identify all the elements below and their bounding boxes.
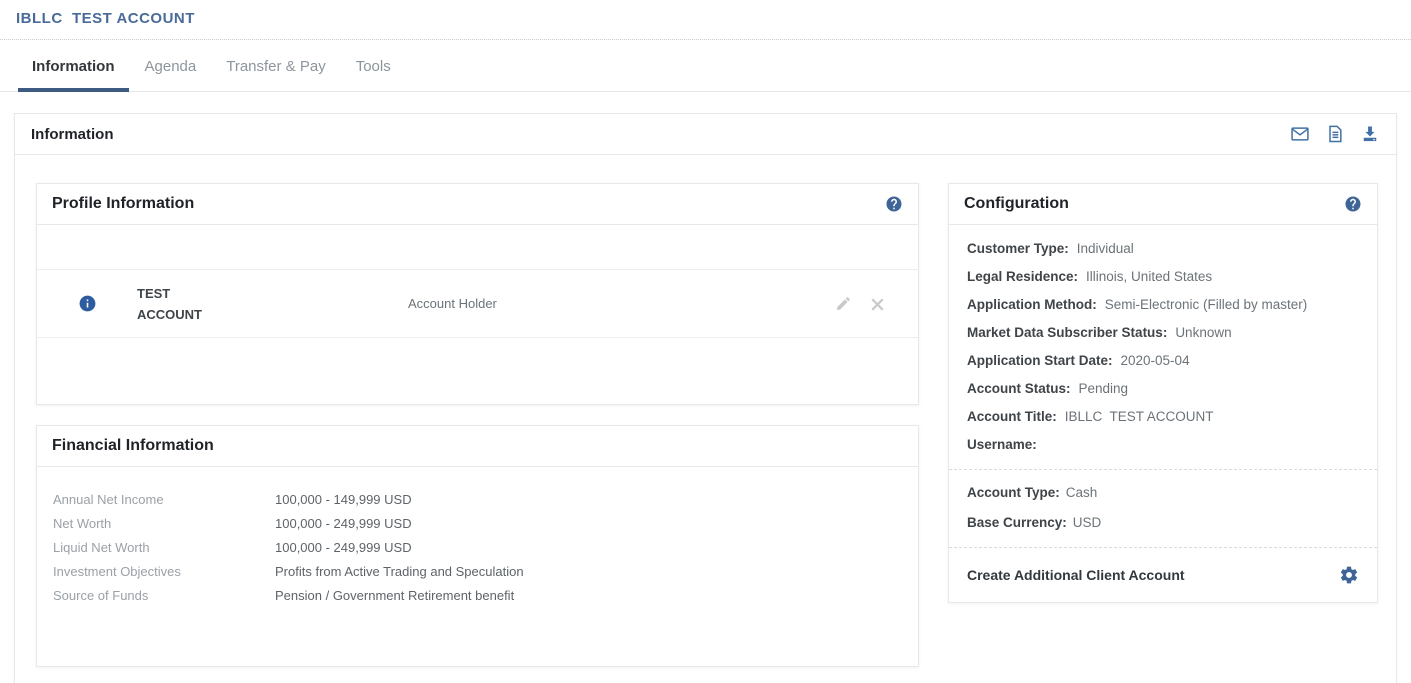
account-holder-role: Account Holder	[393, 296, 835, 311]
tab-transfer-and-pay[interactable]: Transfer & Pay	[212, 58, 339, 92]
config-row-label: Username:	[967, 437, 1037, 453]
financial-row: Source of Funds Pension / Government Ret…	[53, 589, 902, 602]
mail-icon[interactable]	[1290, 124, 1310, 144]
config-row-label: Market Data Subscriber Status:	[967, 325, 1167, 341]
config-row-label: Account Status:	[967, 381, 1071, 397]
configuration-card-header: Configuration	[949, 184, 1377, 225]
download-icon[interactable]	[1360, 124, 1380, 144]
config-row: Legal Residence: Illinois, United States	[967, 269, 1359, 285]
financial-card-title: Financial Information	[52, 437, 214, 455]
config-row-label: Application Method:	[967, 297, 1097, 313]
profile-information-card: Profile Information	[36, 183, 919, 405]
account-holder-row: TEST ACCOUNT Account Holder	[37, 269, 918, 338]
profile-spacer	[37, 225, 918, 269]
information-panel: Information	[14, 113, 1397, 683]
left-column: Profile Information	[36, 183, 919, 667]
configuration-details: Customer Type: Individual Legal Residenc…	[949, 225, 1377, 469]
financial-row: Annual Net Income 100,000 - 149,999 USD	[53, 493, 902, 506]
info-icon[interactable]	[78, 294, 97, 313]
config-row: Market Data Subscriber Status: Unknown	[967, 325, 1359, 341]
financial-information-card: Financial Information Annual Net Income …	[36, 425, 919, 667]
tab-information[interactable]: Information	[18, 58, 129, 92]
financial-row-value: 100,000 - 249,999 USD	[275, 541, 412, 554]
profile-row-actions	[835, 295, 918, 312]
page-header: IBLLC TEST ACCOUNT	[0, 0, 1411, 40]
information-panel-header: Information	[15, 114, 1396, 155]
help-icon[interactable]	[1344, 195, 1362, 213]
configuration-account-section: Account Type: Cash Base Currency: USD	[949, 469, 1377, 547]
config-row-label: Account Title:	[967, 409, 1057, 425]
tab-tools[interactable]: Tools	[342, 58, 405, 92]
tab-bar: Information Agenda Transfer & Pay Tools	[0, 40, 1411, 92]
profile-card-title: Profile Information	[52, 195, 194, 213]
financial-row: Net Worth 100,000 - 249,999 USD	[53, 517, 902, 530]
financial-row-label: Source of Funds	[53, 589, 275, 602]
configuration-card-title: Configuration	[964, 195, 1069, 213]
financial-row-label: Annual Net Income	[53, 493, 275, 506]
financial-card-header: Financial Information	[37, 426, 918, 467]
config-row-value: IBLLC TEST ACCOUNT	[1065, 409, 1214, 425]
config-row-label: Legal Residence:	[967, 269, 1078, 285]
gear-icon[interactable]	[1339, 565, 1359, 585]
account-holder-name-line2: ACCOUNT	[137, 304, 393, 325]
financial-row-value: Pension / Government Retirement benefit	[275, 589, 514, 602]
financial-row-value: Profits from Active Trading and Speculat…	[275, 565, 524, 578]
config-row-value: Unknown	[1175, 325, 1231, 341]
config-row-value: Individual	[1077, 241, 1134, 257]
config-row: Customer Type: Individual	[967, 241, 1359, 257]
tab-agenda[interactable]: Agenda	[131, 58, 211, 92]
panel-body: Profile Information	[15, 155, 1396, 683]
config-row-value: Semi-Electronic (Filled by master)	[1105, 297, 1308, 313]
profile-card-header: Profile Information	[37, 184, 918, 225]
account-holder-name: TEST ACCOUNT	[137, 283, 393, 325]
config-row: Account Type: Cash	[967, 485, 1359, 501]
config-row: Account Title: IBLLC TEST ACCOUNT	[967, 409, 1359, 425]
config-row-value: USD	[1073, 515, 1102, 531]
account-holder-name-line1: TEST	[137, 283, 393, 304]
config-row-label: Account Type:	[967, 485, 1060, 501]
config-row-label: Application Start Date:	[967, 353, 1113, 369]
config-row: Application Start Date: 2020-05-04	[967, 353, 1359, 369]
config-row-label: Base Currency:	[967, 515, 1067, 531]
config-row-label: Customer Type:	[967, 241, 1069, 257]
create-additional-client-account-label: Create Additional Client Account	[967, 567, 1185, 583]
information-panel-title: Information	[31, 126, 114, 143]
edit-pencil-icon[interactable]	[835, 295, 852, 312]
financial-row: Liquid Net Worth 100,000 - 249,999 USD	[53, 541, 902, 554]
financial-row-label: Net Worth	[53, 517, 275, 530]
financial-row-value: 100,000 - 149,999 USD	[275, 493, 412, 506]
page-title: IBLLC TEST ACCOUNT	[16, 10, 1395, 27]
config-row: Username:	[967, 437, 1359, 453]
financial-body: Annual Net Income 100,000 - 149,999 USD …	[37, 467, 918, 666]
financial-row-value: 100,000 - 249,999 USD	[275, 517, 412, 530]
document-icon[interactable]	[1325, 124, 1345, 144]
create-additional-client-account-row[interactable]: Create Additional Client Account	[949, 547, 1377, 602]
config-row: Application Method: Semi-Electronic (Fil…	[967, 297, 1359, 313]
financial-row: Investment Objectives Profits from Activ…	[53, 565, 902, 578]
configuration-card: Configuration Customer Type: Individual …	[948, 183, 1378, 603]
config-row: Account Status: Pending	[967, 381, 1359, 397]
config-row-value: Cash	[1066, 485, 1098, 501]
profile-spacer	[37, 338, 918, 404]
delete-x-icon[interactable]	[869, 295, 886, 312]
config-row-value: 2020-05-04	[1121, 353, 1190, 369]
config-row-value: Pending	[1079, 381, 1129, 397]
help-icon[interactable]	[885, 195, 903, 213]
config-row-value: Illinois, United States	[1086, 269, 1212, 285]
financial-row-label: Liquid Net Worth	[53, 541, 275, 554]
financial-row-label: Investment Objectives	[53, 565, 275, 578]
panel-action-icons	[1290, 124, 1380, 144]
config-row: Base Currency: USD	[967, 515, 1359, 531]
right-column: Configuration Customer Type: Individual …	[948, 183, 1378, 603]
profile-info-cell	[37, 294, 137, 313]
